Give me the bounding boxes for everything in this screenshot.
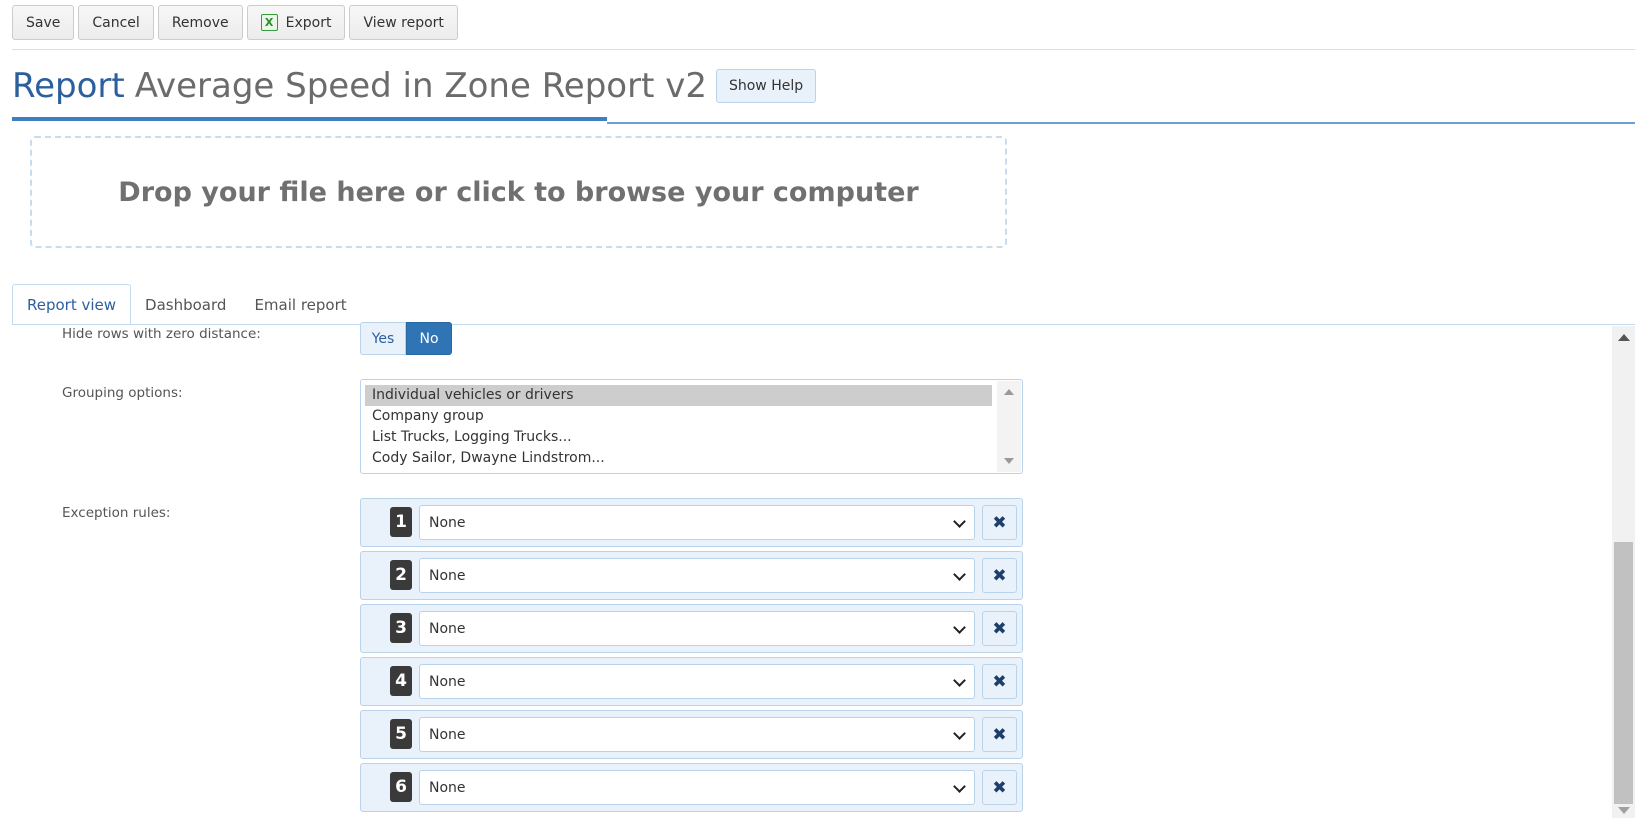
scrollbar-thumb[interactable] xyxy=(1614,542,1633,804)
tab-divider xyxy=(12,324,1635,325)
dropzone-text: Drop your file here or click to browse y… xyxy=(118,176,919,208)
save-button[interactable]: Save xyxy=(12,5,75,40)
scroll-down-icon[interactable] xyxy=(1004,458,1014,464)
tab-email-report[interactable]: Email report xyxy=(240,284,360,325)
close-icon: ✖ xyxy=(992,618,1007,639)
exception-rule-row: 3 None ✖ xyxy=(360,604,1023,653)
chevron-down-icon xyxy=(953,780,966,793)
grouping-option[interactable]: Individual vehicles or drivers xyxy=(365,385,992,406)
hide-zero-no-button[interactable]: No xyxy=(406,322,452,355)
page-title: Average Speed in Zone Report v2 xyxy=(134,66,707,106)
rule-number-badge: 2 xyxy=(390,560,412,590)
hide-zero-label: Hide rows with zero distance: xyxy=(62,326,261,342)
exception-rule-row: 6 None ✖ xyxy=(360,763,1023,812)
rule-number-badge: 3 xyxy=(390,613,412,643)
chevron-down-icon xyxy=(953,674,966,687)
show-help-label: Show Help xyxy=(728,78,804,94)
rule-select-value: None xyxy=(429,779,466,796)
view-report-button[interactable]: View report xyxy=(349,5,458,40)
exception-rule-select[interactable]: None xyxy=(419,664,975,699)
rule-select-value: None xyxy=(429,514,466,531)
rule-select-value: None xyxy=(429,726,466,743)
exception-rule-row: 2 None ✖ xyxy=(360,551,1023,600)
no-label: No xyxy=(419,330,439,347)
tab-report-view[interactable]: Report view xyxy=(12,284,132,325)
save-label: Save xyxy=(26,14,61,31)
rule-number-badge: 5 xyxy=(390,719,412,749)
hide-zero-toggle: Yes No xyxy=(360,322,452,355)
title-underline xyxy=(12,117,607,121)
rule-number-badge: 6 xyxy=(390,772,412,802)
chevron-down-icon xyxy=(953,515,966,528)
export-button[interactable]: X Export xyxy=(246,5,346,40)
yes-label: Yes xyxy=(371,330,395,347)
excel-icon: X xyxy=(260,14,278,31)
grouping-label: Grouping options: xyxy=(62,385,183,401)
close-icon: ✖ xyxy=(992,724,1007,745)
remove-rule-button[interactable]: ✖ xyxy=(982,717,1017,752)
rule-select-value: None xyxy=(429,567,466,584)
exception-rule-select[interactable]: None xyxy=(419,558,975,593)
remove-label: Remove xyxy=(171,14,229,31)
rule-number-badge: 1 xyxy=(390,507,412,537)
remove-rule-button[interactable]: ✖ xyxy=(982,770,1017,805)
toolbar: Save Cancel Remove X Export View report xyxy=(12,5,458,40)
scroll-up-icon[interactable] xyxy=(1618,334,1630,341)
exception-rule-select[interactable]: None xyxy=(419,505,975,540)
rule-select-value: None xyxy=(429,673,466,690)
close-icon: ✖ xyxy=(992,512,1007,533)
cancel-button[interactable]: Cancel xyxy=(78,5,154,40)
grouping-option[interactable]: Cody Sailor, Dwayne Lindstrom... xyxy=(365,448,992,469)
remove-rule-button[interactable]: ✖ xyxy=(982,505,1017,540)
page-header: Report Average Speed in Zone Report v2 S… xyxy=(12,66,817,106)
page-title-prefix: Report xyxy=(12,66,125,106)
grouping-listbox[interactable]: Individual vehicles or drivers Company g… xyxy=(360,379,1023,474)
hide-zero-yes-button[interactable]: Yes xyxy=(360,322,406,355)
scroll-down-icon[interactable] xyxy=(1618,807,1630,814)
tab-dashboard[interactable]: Dashboard xyxy=(131,284,240,325)
chevron-down-icon xyxy=(953,621,966,634)
tab-label: Dashboard xyxy=(145,295,227,314)
exception-rule-row: 5 None ✖ xyxy=(360,710,1023,759)
remove-rule-button[interactable]: ✖ xyxy=(982,611,1017,646)
rule-select-value: None xyxy=(429,620,466,637)
title-divider xyxy=(607,122,1635,124)
remove-rule-button[interactable]: ✖ xyxy=(982,558,1017,593)
listbox-scrollbar[interactable] xyxy=(997,381,1021,472)
exception-rule-select[interactable]: None xyxy=(419,770,975,805)
rule-number-badge: 4 xyxy=(390,666,412,696)
chevron-down-icon xyxy=(953,727,966,740)
exception-rule-select[interactable]: None xyxy=(419,611,975,646)
view-report-label: View report xyxy=(363,14,444,31)
exception-rule-row: 1 None ✖ xyxy=(360,498,1023,547)
close-icon: ✖ xyxy=(992,565,1007,586)
grouping-option[interactable]: List Trucks, Logging Trucks... xyxy=(365,427,992,448)
page-scrollbar[interactable] xyxy=(1612,326,1635,818)
remove-rule-button[interactable]: ✖ xyxy=(982,664,1017,699)
close-icon: ✖ xyxy=(992,777,1007,798)
export-label: Export xyxy=(285,14,332,31)
chevron-down-icon xyxy=(953,568,966,581)
exception-rule-row: 4 None ✖ xyxy=(360,657,1023,706)
exception-rules-label: Exception rules: xyxy=(62,505,171,521)
file-dropzone[interactable]: Drop your file here or click to browse y… xyxy=(30,136,1007,248)
tab-label: Email report xyxy=(254,295,347,314)
remove-button[interactable]: Remove xyxy=(157,5,243,40)
toolbar-divider xyxy=(12,49,1635,50)
tab-bar: Report view Dashboard Email report xyxy=(12,284,361,325)
grouping-option[interactable]: Company group xyxy=(365,406,992,427)
cancel-label: Cancel xyxy=(92,14,140,31)
close-icon: ✖ xyxy=(992,671,1007,692)
tab-label: Report view xyxy=(27,295,117,314)
scroll-up-icon[interactable] xyxy=(1004,389,1014,395)
exception-rule-select[interactable]: None xyxy=(419,717,975,752)
show-help-button[interactable]: Show Help xyxy=(715,69,817,103)
